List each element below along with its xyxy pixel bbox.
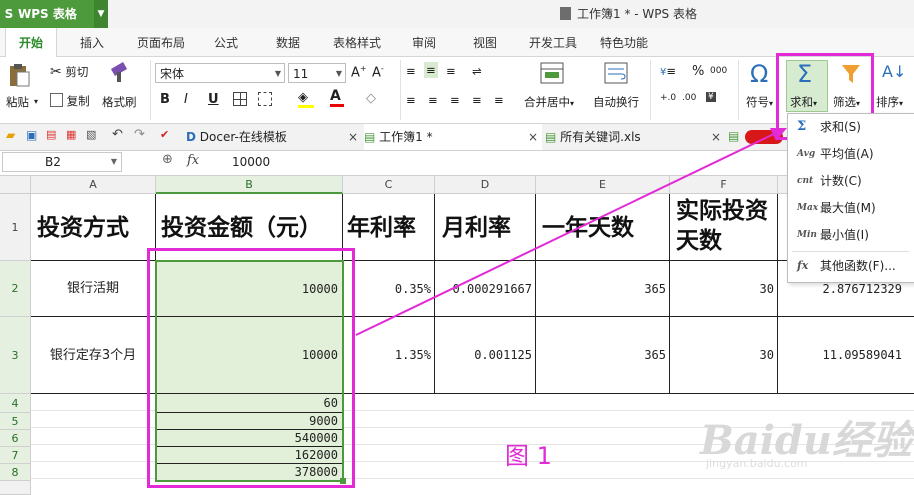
menu-item-average[interactable]: Avg 平均值(A) — [788, 141, 913, 167]
menu-item-other-functions-label: 其他函数(F)... — [820, 259, 896, 273]
sum-dropdown-menu: Σ 求和(S) Avg 平均值(A) cnt 计数(C) Max 最大值(M) Min 最… — [787, 113, 914, 283]
sigma-icon: Σ — [797, 119, 807, 134]
menu-divider — [792, 251, 909, 252]
cnt-icon: cnt — [797, 176, 814, 186]
baidu-watermark-url: jingyan.baidu.com — [706, 457, 808, 470]
menu-item-count-label: 计数(C) — [820, 174, 862, 188]
menu-item-average-label: 平均值(A) — [820, 147, 874, 161]
min-icon: Min — [797, 230, 817, 240]
fx-icon: fx — [797, 259, 809, 272]
menu-item-sum[interactable]: Σ 求和(S) — [788, 114, 913, 140]
avg-icon: Avg — [797, 149, 816, 159]
menu-item-min[interactable]: Min 最小值(I) — [788, 222, 913, 248]
menu-item-min-label: 最小值(I) — [820, 228, 869, 242]
figure-label: 图 1 — [505, 442, 552, 470]
menu-item-max[interactable]: Max 最大值(M) — [788, 195, 913, 221]
menu-item-count[interactable]: cnt 计数(C) — [788, 168, 913, 194]
menu-item-sum-label: 求和(S) — [820, 120, 861, 134]
menu-item-max-label: 最大值(M) — [820, 201, 876, 215]
max-icon: Max — [797, 203, 819, 213]
menu-item-other-functions[interactable]: fx 其他函数(F)... — [788, 253, 913, 279]
